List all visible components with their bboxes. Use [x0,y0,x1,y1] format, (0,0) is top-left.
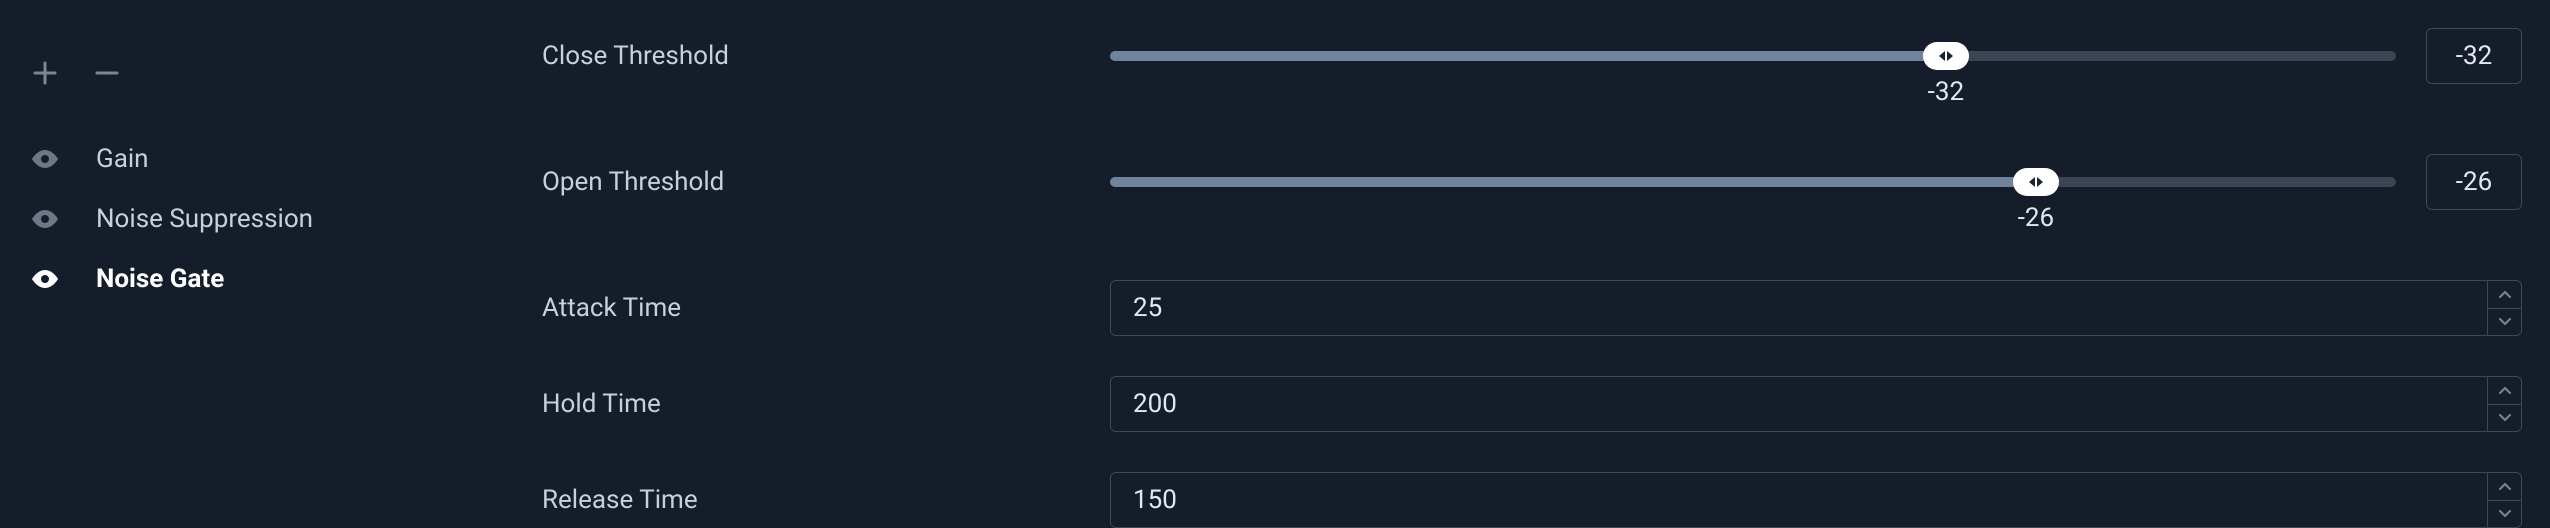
spinner-buttons [2487,377,2521,431]
filter-label: Noise Suppression [96,204,313,234]
close-threshold-value[interactable]: -32 [2426,28,2522,84]
spinner-down-button[interactable] [2488,309,2521,336]
open-threshold-row: Open Threshold -26 -26 [510,154,2522,210]
visibility-icon[interactable] [30,150,60,168]
chevron-left-icon [2029,177,2035,187]
filter-list: Gain Noise Suppression Noise Gate [30,144,510,294]
spinner-buttons [2487,473,2521,527]
hold-time-spinner [1110,376,2522,432]
spinner-buttons [2487,281,2521,335]
attack-time-input[interactable] [1111,281,2487,335]
chevron-right-icon [1947,51,1953,61]
open-threshold-control: -26 -26 [1110,154,2522,210]
slider-thumb[interactable] [1923,42,1969,70]
filter-item-noise-gate[interactable]: Noise Gate [30,264,510,294]
noise-gate-settings: Close Threshold -32 -32 Open Threshold [510,0,2550,528]
close-threshold-row: Close Threshold -32 -32 [510,28,2522,84]
add-filter-button[interactable] [32,60,58,86]
spinner-down-button[interactable] [2488,405,2521,432]
filter-label: Gain [96,144,149,174]
release-time-label: Release Time [510,485,1110,515]
hold-time-label: Hold Time [510,389,1110,419]
spinner-up-button[interactable] [2488,473,2521,501]
open-threshold-slider[interactable]: -26 [1110,175,2396,189]
release-time-row: Release Time [510,472,2522,528]
close-threshold-slider[interactable]: -32 [1110,49,2396,63]
filter-sidebar: Gain Noise Suppression Noise Gate [0,0,510,528]
filter-tools [30,60,510,86]
slider-fill [1110,177,2036,187]
hold-time-row: Hold Time [510,376,2522,432]
chevron-right-icon [2037,177,2043,187]
release-time-spinner [1110,472,2522,528]
spinner-up-button[interactable] [2488,377,2521,405]
attack-time-spinner [1110,280,2522,336]
remove-filter-button[interactable] [94,60,120,86]
release-time-input[interactable] [1111,473,2487,527]
close-threshold-label: Close Threshold [510,41,1110,71]
slider-value-label: -32 [1928,77,1964,107]
spinner-up-button[interactable] [2488,281,2521,309]
visibility-icon[interactable] [30,210,60,228]
audio-filter-panel: Gain Noise Suppression Noise Gate Close … [0,0,2550,528]
slider-value-label: -26 [2018,203,2054,233]
open-threshold-label: Open Threshold [510,167,1110,197]
close-threshold-control: -32 -32 [1110,28,2522,84]
attack-time-label: Attack Time [510,293,1110,323]
filter-item-gain[interactable]: Gain [30,144,510,174]
hold-time-input[interactable] [1111,377,2487,431]
open-threshold-value[interactable]: -26 [2426,154,2522,210]
slider-thumb[interactable] [2013,168,2059,196]
attack-time-row: Attack Time [510,280,2522,336]
slider-fill [1110,51,1946,61]
filter-item-noise-suppression[interactable]: Noise Suppression [30,204,510,234]
visibility-icon[interactable] [30,270,60,288]
spinner-down-button[interactable] [2488,501,2521,528]
chevron-left-icon [1939,51,1945,61]
filter-label: Noise Gate [96,264,224,294]
